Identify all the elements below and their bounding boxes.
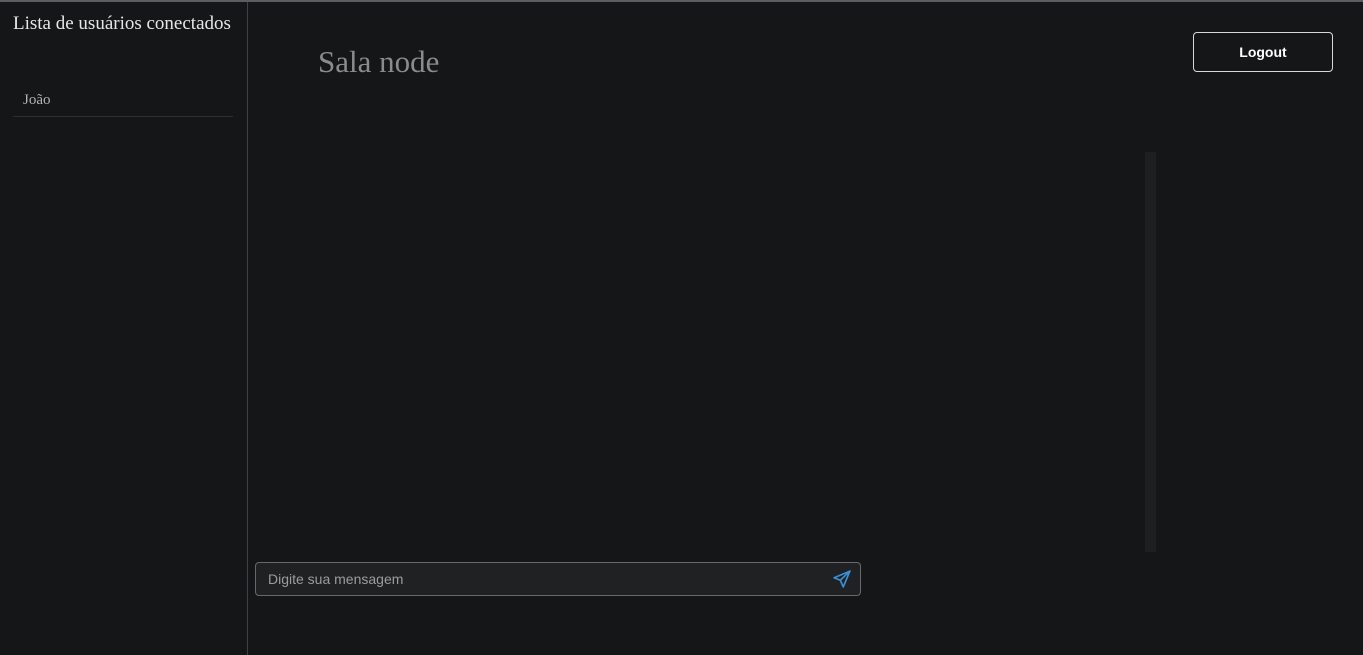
message-composer <box>255 562 861 596</box>
message-input[interactable] <box>256 563 821 595</box>
connected-users-sidebar: Lista de usuários conectados João <box>0 2 248 655</box>
room-title: Sala node <box>318 44 440 79</box>
logout-button[interactable]: Logout <box>1193 32 1333 72</box>
paper-plane-icon <box>833 570 851 588</box>
sidebar-title: Lista de usuários conectados <box>13 13 231 34</box>
user-list: João <box>13 85 233 117</box>
messages-panel <box>255 152 1155 552</box>
chat-area: Sala node Logout <box>249 2 1363 655</box>
messages-scrollbar[interactable] <box>1145 152 1156 552</box>
user-list-item: João <box>13 85 233 117</box>
send-button[interactable] <box>832 568 854 590</box>
